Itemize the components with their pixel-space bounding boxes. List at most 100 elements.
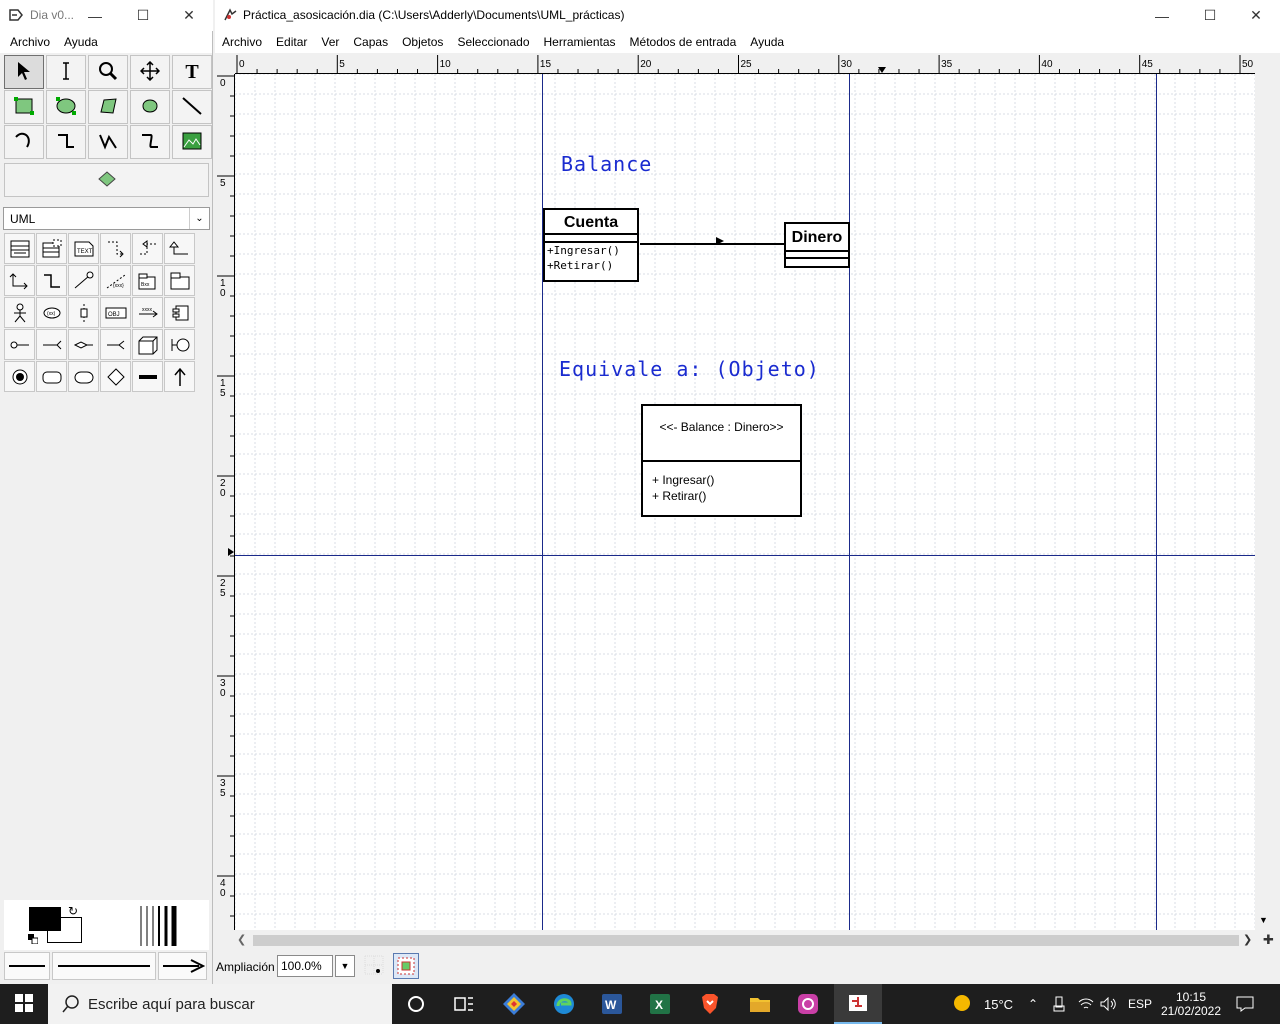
language-indicator[interactable]: ESP (1128, 984, 1152, 1024)
image-tool[interactable] (172, 125, 212, 159)
sheet-selector[interactable]: UML ⌄ (3, 207, 210, 230)
arc-tool[interactable] (4, 125, 44, 159)
navigate-icon[interactable]: ✚ (1263, 932, 1274, 948)
edge-icon[interactable] (540, 984, 588, 1024)
scrollbar-track[interactable] (1255, 63, 1272, 913)
dia-taskbar-icon[interactable] (834, 984, 882, 1024)
uml-association-shape[interactable] (4, 265, 35, 296)
uml-package-shape[interactable] (164, 265, 195, 296)
menu-ver[interactable]: Ver (314, 35, 346, 49)
zigzag-tool[interactable] (46, 125, 86, 159)
uml-lifeline-shape[interactable] (68, 297, 99, 328)
chevron-down-icon[interactable]: ⌄ (189, 208, 209, 229)
line-tool[interactable] (172, 90, 212, 124)
snap-to-grid-toggle[interactable] (363, 954, 385, 978)
app-launcher-icon[interactable] (490, 984, 538, 1024)
outline-tool[interactable] (4, 163, 209, 197)
uml-object-shape[interactable]: OBJ (100, 297, 131, 328)
toolbox-titlebar[interactable]: Dia v0... — ☐ ✕ (0, 0, 213, 31)
swap-colors-icon[interactable]: ↻ (68, 904, 78, 918)
uml-class-dinero[interactable]: Dinero (784, 222, 850, 268)
zoom-input[interactable]: 100.0% (277, 955, 333, 977)
menu-ayuda[interactable]: Ayuda (57, 35, 105, 49)
uml-usecase-shape[interactable]: (xx) (36, 297, 67, 328)
weather-widget[interactable]: 15°C (952, 984, 1013, 1024)
scroll-tool[interactable] (130, 55, 170, 89)
vertical-scrollbar[interactable]: ▼ (1255, 55, 1272, 930)
start-button[interactable] (0, 984, 48, 1024)
uml-state-shape[interactable] (36, 361, 67, 392)
uml-activity-shape[interactable] (68, 361, 99, 392)
tray-chevron-up-icon[interactable]: ⌃ (1028, 984, 1038, 1024)
ellipse-tool[interactable] (46, 90, 86, 124)
clock[interactable]: 10:15 21/02/2022 (1160, 984, 1222, 1024)
uml-classicon-shape[interactable] (164, 329, 195, 360)
start-arrow-button[interactable] (4, 952, 50, 980)
uml-actor-shape[interactable] (4, 297, 35, 328)
taskbar-search[interactable]: Escribe aquí para buscar (48, 984, 392, 1024)
uml-constraint-shape[interactable] (68, 265, 99, 296)
diagram-titlebar[interactable]: Práctica_asosicación.dia (C:\Users\Adder… (215, 0, 1280, 31)
uml-interface-shape[interactable] (4, 329, 35, 360)
uml-note-shape[interactable]: TEXT (68, 233, 99, 264)
menu-metodos-entrada[interactable]: Métodos de entrada (623, 35, 744, 49)
menu-herramientas[interactable]: Herramientas (537, 35, 623, 49)
reset-colors-icon[interactable] (28, 933, 39, 947)
maximize-button[interactable]: ☐ (120, 0, 166, 31)
horizontal-scrollbar[interactable]: ❮ ❯ ✚ (235, 932, 1274, 949)
menu-archivo[interactable]: Archivo (3, 35, 57, 49)
zoom-dropdown-icon[interactable]: ▼ (335, 955, 355, 977)
polyline-tool[interactable] (88, 125, 128, 159)
uml-generalization-shape[interactable] (164, 233, 195, 264)
close-button[interactable]: ✕ (166, 0, 212, 31)
usb-icon[interactable] (1053, 984, 1065, 1024)
menu-seleccionado[interactable]: Seleccionado (450, 35, 536, 49)
uml-fork-shape[interactable] (100, 329, 131, 360)
uml-class-cuenta[interactable]: Cuenta +Ingresar() +Retirar() (543, 208, 639, 282)
app-magenta-icon[interactable] (784, 984, 832, 1024)
task-view-icon[interactable] (440, 984, 488, 1024)
brave-icon[interactable] (686, 984, 734, 1024)
uml-required-interface-shape[interactable] (36, 329, 67, 360)
uml-smallpackage-shape[interactable]: {xxx} (100, 265, 131, 296)
uml-initial-state-shape[interactable] (4, 361, 35, 392)
uml-large-package-shape[interactable]: Bxx (132, 265, 163, 296)
box-tool[interactable] (4, 90, 44, 124)
scroll-down-icon[interactable]: ▼ (1259, 915, 1268, 925)
line-style-button[interactable] (52, 952, 156, 980)
uml-dependency-shape[interactable] (100, 233, 131, 264)
cortana-icon[interactable] (392, 984, 440, 1024)
excel-icon[interactable]: X (636, 984, 684, 1024)
uml-implements-shape[interactable] (36, 265, 67, 296)
word-icon[interactable]: W (588, 984, 636, 1024)
uml-transition-shape[interactable] (164, 361, 195, 392)
uml-aggregation-shape[interactable] (68, 329, 99, 360)
uml-template-class-shape[interactable] (36, 233, 67, 264)
minimize-button[interactable]: — (1139, 0, 1185, 31)
uml-fork-bar-shape[interactable] (132, 361, 163, 392)
menu-editar[interactable]: Editar (269, 35, 314, 49)
uml-component-shape[interactable] (164, 297, 195, 328)
uml-message-shape[interactable]: xxxx (132, 297, 163, 328)
magnify-tool[interactable] (88, 55, 128, 89)
notifications-icon[interactable] (1236, 984, 1254, 1024)
minimize-button[interactable]: — (72, 0, 118, 31)
volume-icon[interactable] (1100, 984, 1118, 1024)
line-width-icon[interactable] (138, 906, 180, 949)
menu-objetos[interactable]: Objetos (395, 35, 450, 49)
scrollbar-thumb[interactable] (253, 935, 1239, 946)
wifi-icon[interactable] (1078, 984, 1094, 1024)
snap-to-object-toggle[interactable] (393, 953, 419, 979)
uml-branch-shape[interactable] (100, 361, 131, 392)
equivale-label[interactable]: Equivale a: (Objeto) (559, 357, 820, 381)
menu-archivo[interactable]: Archivo (215, 35, 269, 49)
end-arrow-button[interactable] (158, 952, 207, 980)
scroll-right-icon[interactable]: ❯ (1243, 933, 1252, 946)
menu-ayuda[interactable]: Ayuda (743, 35, 791, 49)
uml-node-shape[interactable] (132, 329, 163, 360)
close-button[interactable]: ✕ (1233, 0, 1279, 31)
beziergon-tool[interactable] (130, 90, 170, 124)
uml-realizes-shape[interactable] (132, 233, 163, 264)
text-tool[interactable]: T (172, 55, 212, 89)
maximize-button[interactable]: ☐ (1187, 0, 1233, 31)
